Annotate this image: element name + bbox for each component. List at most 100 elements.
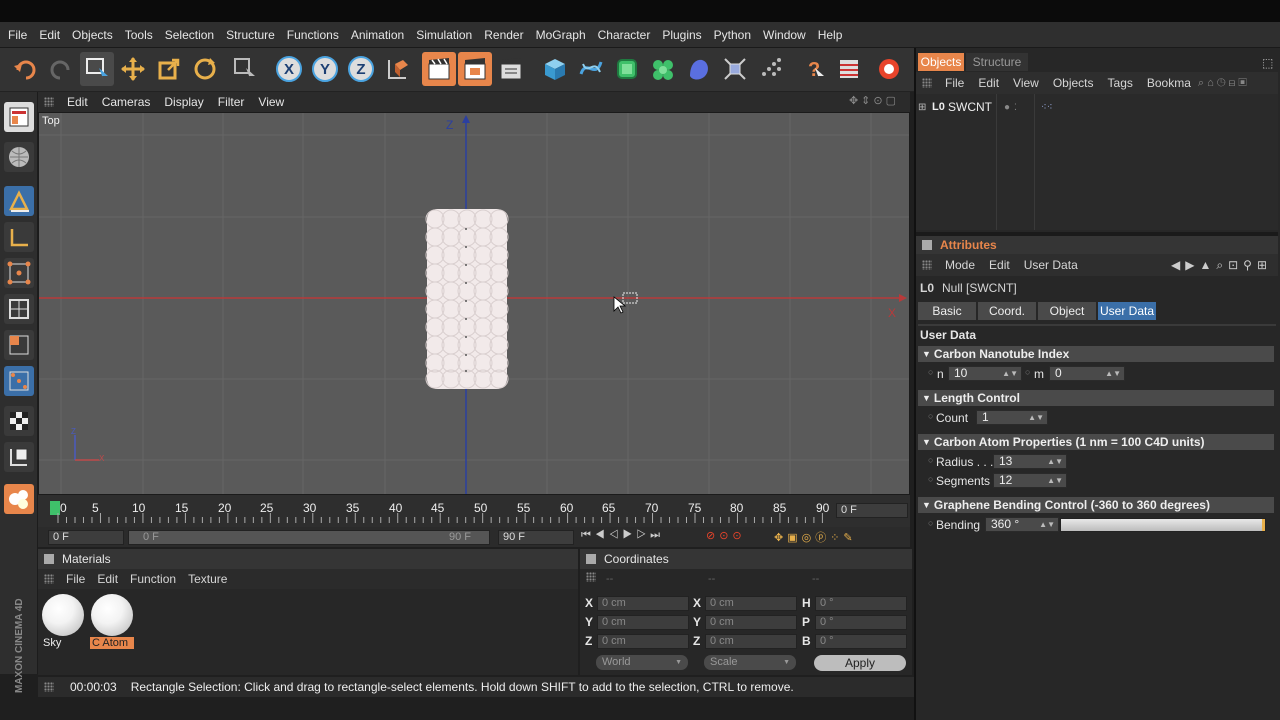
undo-icon[interactable] <box>8 52 42 86</box>
anim-dot-icon[interactable]: ○ <box>1025 367 1030 377</box>
anim-dot-icon[interactable]: ○ <box>928 411 933 421</box>
playback-buttons[interactable]: ⏮◀◁▶▷⏭ <box>581 529 664 542</box>
coord-size-input[interactable]: 0 cm <box>705 596 797 611</box>
deformer-icon[interactable] <box>682 52 716 86</box>
material-c-atom[interactable]: C Atom <box>90 593 134 651</box>
layout-icon[interactable] <box>4 102 34 132</box>
coord-position-input[interactable]: 0 cm <box>597 615 689 630</box>
spline-icon[interactable] <box>574 52 608 86</box>
menu-objects[interactable]: Objects <box>66 28 119 42</box>
uv-mode-icon[interactable] <box>4 366 34 396</box>
objects-menu-tags[interactable]: Tags <box>1101 76 1140 90</box>
anim-dot-icon[interactable]: ○ <box>928 455 933 465</box>
tab-user-data[interactable]: User Data <box>1098 302 1156 320</box>
group-carbon-atom-properties[interactable]: ▼ Carbon Atom Properties (1 nm = 100 C4D … <box>918 434 1274 450</box>
z-axis-lock-icon[interactable]: Z <box>344 52 378 86</box>
objects-menu-edit[interactable]: Edit <box>971 76 1006 90</box>
menu-plugins[interactable]: Plugins <box>656 28 707 42</box>
keyframe-buttons[interactable]: ✥▣◎ⓟ⁘✎ <box>774 529 857 545</box>
coordinate-mode-select[interactable]: Scale ▼ <box>704 655 796 670</box>
object-axis-icon[interactable] <box>4 222 34 252</box>
workplane-icon[interactable] <box>4 406 34 436</box>
end-frame-field[interactable]: 90 F <box>498 530 574 545</box>
texture-mode-icon[interactable] <box>4 142 34 172</box>
menu-selection[interactable]: Selection <box>159 28 220 42</box>
scale-icon[interactable] <box>152 52 186 86</box>
menu-help[interactable]: Help <box>812 28 849 42</box>
param-count-input[interactable]: 1 ▲▼ <box>976 410 1048 425</box>
edges-mode-icon[interactable] <box>4 294 34 324</box>
snap-icon[interactable] <box>4 442 34 472</box>
points-mode-icon[interactable] <box>4 258 34 288</box>
sculpt-icon[interactable] <box>4 484 34 514</box>
anim-dot-icon[interactable]: ○ <box>928 474 933 484</box>
subdivision-surface-icon[interactable] <box>610 52 644 86</box>
x-axis-lock-icon[interactable]: X <box>272 52 306 86</box>
materials-menu-edit[interactable]: Edit <box>91 572 124 586</box>
viewport-menu-filter[interactable]: Filter <box>211 95 252 109</box>
viewport-nav-icons[interactable]: ✥⇕⊙▢ <box>842 94 906 107</box>
nanotube-model[interactable] <box>425 209 509 389</box>
anim-dot-icon[interactable]: ○ <box>928 518 933 528</box>
coord-rotation-input[interactable]: 0 ° <box>815 615 907 630</box>
rotate-icon[interactable] <box>188 52 222 86</box>
start-frame-field[interactable]: 0 F <box>48 530 124 545</box>
viewport-top[interactable]: Top Z X Z X <box>38 112 910 495</box>
tab-structure[interactable]: Structure <box>966 53 1028 71</box>
param-radius-input[interactable]: 13 ▲▼ <box>993 454 1067 469</box>
render-view-icon[interactable] <box>422 52 456 86</box>
polygons-mode-icon[interactable] <box>4 330 34 360</box>
menu-mograph[interactable]: MoGraph <box>530 28 592 42</box>
viewport-menu-cameras[interactable]: Cameras <box>95 95 158 109</box>
materials-menu-file[interactable]: File <box>60 572 91 586</box>
y-axis-lock-icon[interactable]: Y <box>308 52 342 86</box>
coordinate-space-select[interactable]: World ▼ <box>596 655 688 670</box>
tab-objects[interactable]: Objects <box>918 53 964 71</box>
coord-rotation-input[interactable]: 0 ° <box>815 634 907 649</box>
menu-python[interactable]: Python <box>708 28 757 42</box>
render-settings-icon[interactable] <box>494 52 528 86</box>
menu-render[interactable]: Render <box>478 28 529 42</box>
interactive-render-icon[interactable] <box>872 52 906 86</box>
param-n-input[interactable]: 10 ▲▼ <box>948 366 1022 381</box>
menu-simulation[interactable]: Simulation <box>410 28 478 42</box>
coord-position-input[interactable]: 0 cm <box>597 596 689 611</box>
param-m-input[interactable]: 0 ▲▼ <box>1049 366 1125 381</box>
group-length-control[interactable]: ▼ Length Control <box>918 390 1274 406</box>
object-row-swcnt[interactable]: ⊞ L0 SWCNT ● ⁚ ⁖⁖ <box>918 98 1178 116</box>
live-selection-icon[interactable] <box>228 52 262 86</box>
render-picture-viewer-icon[interactable] <box>458 52 492 86</box>
bending-slider-handle[interactable] <box>1262 519 1265 531</box>
objects-menu-bookmarks[interactable]: Bookma <box>1140 76 1198 90</box>
expand-icon[interactable]: ⊞ <box>918 102 932 113</box>
menu-animation[interactable]: Animation <box>345 28 410 42</box>
model-mode-icon[interactable] <box>4 186 34 216</box>
material-sky[interactable]: Sky <box>41 593 85 651</box>
visibility-dots-icon[interactable]: ● <box>1004 102 1010 113</box>
menu-window[interactable]: Window <box>757 28 812 42</box>
menu-functions[interactable]: Functions <box>281 28 345 42</box>
viewport-menu-view[interactable]: View <box>251 95 291 109</box>
objects-menu-view[interactable]: View <box>1006 76 1046 90</box>
anim-dot-icon[interactable]: ○ <box>928 367 933 377</box>
layer-manager-icon[interactable] <box>832 52 866 86</box>
tag-icon[interactable]: ⁖⁖ <box>1041 102 1053 113</box>
menu-character[interactable]: Character <box>592 28 657 42</box>
attributes-nav-icons[interactable]: ◀▶▲⌕⊡⚲⊞ <box>1171 258 1272 273</box>
cloner-icon[interactable] <box>646 52 680 86</box>
objects-menu-file[interactable]: File <box>938 76 971 90</box>
objects-search-icons[interactable]: ⌕⌂◷⊟▣ <box>1198 77 1250 90</box>
menu-file[interactable]: File <box>2 28 33 42</box>
move-icon[interactable] <box>116 52 150 86</box>
frame-range-slider[interactable]: 0 F 90 F <box>128 530 490 545</box>
objects-menu-objects[interactable]: Objects <box>1046 76 1101 90</box>
coord-position-input[interactable]: 0 cm <box>597 634 689 649</box>
particle-icon[interactable] <box>754 52 788 86</box>
render-dots-icon[interactable]: ⁚ <box>1014 102 1017 113</box>
scene-icon[interactable] <box>718 52 752 86</box>
tab-basic[interactable]: Basic <box>918 302 976 320</box>
help-icon[interactable]: ? <box>796 52 830 86</box>
coordinate-system-icon[interactable] <box>380 52 414 86</box>
coord-size-input[interactable]: 0 cm <box>705 615 797 630</box>
attributes-menu-edit[interactable]: Edit <box>982 258 1017 272</box>
